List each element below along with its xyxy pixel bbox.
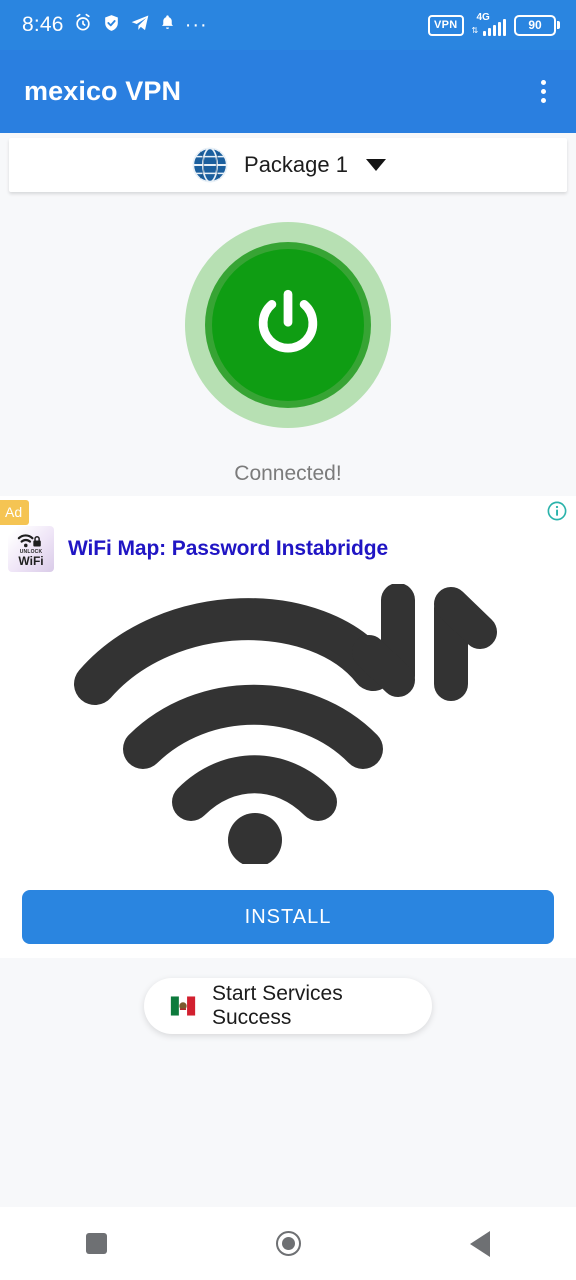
overflow-menu-button[interactable] [533,74,554,109]
status-bar-right: VPN 4G ⇅ 90 [427,12,560,36]
home-button[interactable] [240,1207,336,1280]
connection-section: Connected! [0,222,576,486]
more-dots-icon: ··· [184,14,208,36]
kebab-dot-icon [541,98,546,103]
toast-text: Start Services Success [212,982,343,1029]
connection-status-label: Connected! [234,462,342,485]
status-time: 8:46 [22,13,64,36]
install-button[interactable]: INSTALL [22,890,554,944]
ad-app-icon: UNLOCK WiFi [8,526,54,572]
ad-media[interactable] [0,582,576,866]
status-bar-left: 8:46 ··· [22,13,208,38]
ad-header: UNLOCK WiFi WiFi Map: Password Instabrid… [8,526,566,572]
telegram-icon [130,13,150,38]
kebab-dot-icon [541,89,546,94]
battery-level-label: 90 [514,14,556,36]
system-nav-bar [0,1207,576,1280]
wifi-transfer-icon [74,584,497,864]
power-toggle-button[interactable] [212,249,364,401]
power-icon [258,289,318,353]
app-bar: mexico VPN [0,50,576,133]
home-circle-icon [275,1231,301,1256]
package-label: Package 1 [244,152,348,177]
ad-badge: Ad [0,500,30,525]
bell-icon [159,13,176,37]
shield-check-icon [102,13,121,38]
signal-strength-icon: 4G ⇅ [471,12,506,36]
battery-icon: 90 [514,14,560,36]
recents-button[interactable] [48,1207,144,1280]
power-ring [205,242,371,408]
alarm-clock-icon [73,13,93,38]
network-type-label: 4G [476,12,490,23]
data-updown-icon: ⇅ [471,26,479,35]
package-selector[interactable]: Package 1 [9,138,567,192]
ad-icon-bottom-text: WiFi [18,554,44,568]
vpn-indicator: VPN [427,14,464,36]
toast-message: Start Services Success [144,978,432,1034]
info-icon[interactable] [542,496,572,526]
battery-tip [557,21,560,29]
square-icon [85,1233,107,1254]
kebab-dot-icon [541,80,546,85]
phone-screen: 8:46 ··· VPN 4G ⇅ 90 mexico VPN Package … [0,0,576,1280]
ad-title: WiFi Map: Password Instabridge [68,537,389,560]
back-triangle-icon [470,1230,490,1257]
app-title: mexico VPN [24,76,182,106]
mexico-flag-icon [170,993,196,1019]
power-halo [185,222,391,428]
globe-icon [190,145,230,185]
chevron-down-icon[interactable] [365,159,386,171]
ad-banner[interactable]: Ad UNLOCK WiFi WiFi Map: Password Instab… [0,496,576,958]
wifi-lock-icon [17,534,41,548]
back-button[interactable] [432,1207,528,1280]
status-bar: 8:46 ··· VPN 4G ⇅ 90 [0,0,576,50]
